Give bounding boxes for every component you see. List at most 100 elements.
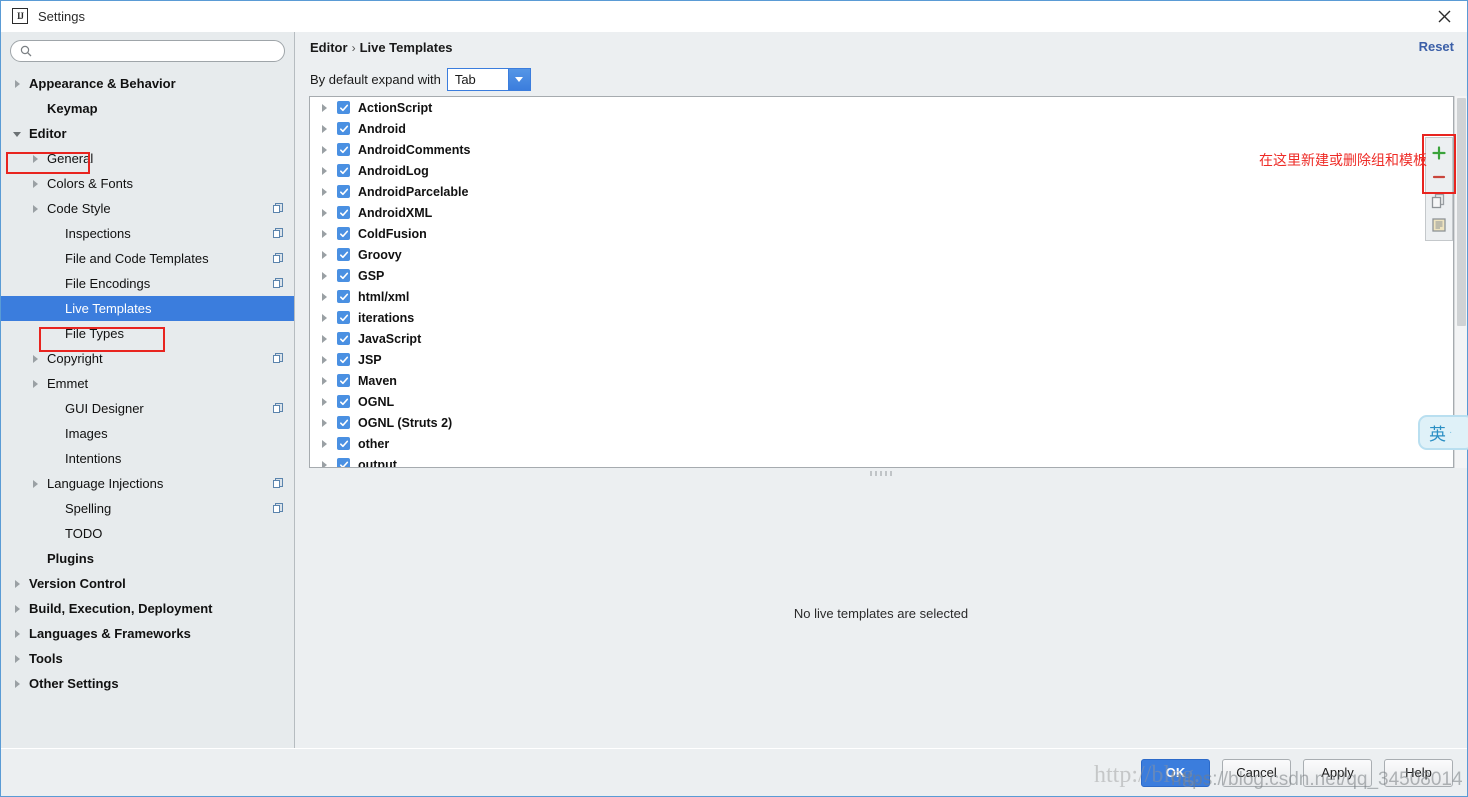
template-group-row[interactable]: OGNL (Struts 2) [310,412,1453,433]
reset-link[interactable]: Reset [1419,39,1454,54]
chevron-down-icon[interactable] [507,68,530,90]
chevron-right-icon[interactable] [318,332,331,345]
sidebar-item-gui-designer[interactable]: GUI Designer [1,396,294,421]
chevron-right-icon[interactable] [318,311,331,324]
template-group-checkbox[interactable] [337,122,350,135]
template-group-row[interactable]: AndroidParcelable [310,181,1453,202]
breadcrumb-parent[interactable]: Editor [310,40,348,55]
chevron-right-icon[interactable] [318,353,331,366]
template-group-row[interactable]: JavaScript [310,328,1453,349]
template-group-checkbox[interactable] [337,416,350,429]
template-group-row[interactable]: AndroidXML [310,202,1453,223]
sidebar-item-general[interactable]: General [1,146,294,171]
template-group-row[interactable]: Groovy [310,244,1453,265]
expand-with-dropdown[interactable]: Tab [446,67,531,91]
sidebar-item-emmet[interactable]: Emmet [1,371,294,396]
template-group-row[interactable]: ActionScript [310,97,1453,118]
chevron-right-icon[interactable] [318,269,331,282]
template-group-checkbox[interactable] [337,353,350,366]
add-template-button[interactable] [1427,141,1451,165]
sidebar-item-appearance-behavior[interactable]: Appearance & Behavior [1,71,294,96]
sidebar-item-code-style[interactable]: Code Style [1,196,294,221]
cancel-button[interactable]: Cancel [1222,758,1291,787]
template-group-row[interactable]: GSP [310,265,1453,286]
sidebar-item-tools[interactable]: Tools [1,646,294,671]
sidebar-item-live-templates[interactable]: Live Templates [1,296,294,321]
template-group-row[interactable]: ColdFusion [310,223,1453,244]
sidebar-item-copyright[interactable]: Copyright [1,346,294,371]
chevron-right-icon[interactable] [318,290,331,303]
chevron-right-icon[interactable] [318,227,331,240]
template-group-row[interactable]: JSP [310,349,1453,370]
close-button[interactable] [1421,1,1467,31]
template-group-checkbox[interactable] [337,164,350,177]
sidebar-item-file-encodings[interactable]: File Encodings [1,271,294,296]
search-field[interactable] [10,40,285,62]
chevron-right-icon[interactable] [11,77,24,90]
copy-settings-icon[interactable] [272,202,284,217]
copy-settings-icon[interactable] [272,252,284,267]
sidebar-item-build-execution-deployment[interactable]: Build, Execution, Deployment [1,596,294,621]
sidebar-item-languages-frameworks[interactable]: Languages & Frameworks [1,621,294,646]
chevron-right-icon[interactable] [11,602,24,615]
sidebar-item-colors-fonts[interactable]: Colors & Fonts [1,171,294,196]
template-group-checkbox[interactable] [337,332,350,345]
template-group-checkbox[interactable] [337,395,350,408]
search-input[interactable] [37,43,275,59]
chevron-right-icon[interactable] [318,143,331,156]
sidebar-item-other-settings[interactable]: Other Settings [1,671,294,696]
chevron-right-icon[interactable] [29,202,42,215]
chevron-right-icon[interactable] [11,627,24,640]
template-group-checkbox[interactable] [337,269,350,282]
sidebar-item-editor[interactable]: Editor [1,121,294,146]
chevron-right-icon[interactable] [29,177,42,190]
apply-button[interactable]: Apply [1303,758,1372,787]
template-group-checkbox[interactable] [337,458,350,467]
copy-settings-icon[interactable] [272,277,284,292]
template-group-checkbox[interactable] [337,185,350,198]
chevron-right-icon[interactable] [29,352,42,365]
template-group-checkbox[interactable] [337,143,350,156]
chevron-right-icon[interactable] [318,395,331,408]
panel-splitter[interactable] [309,468,1453,478]
copy-settings-icon[interactable] [272,227,284,242]
ok-button[interactable]: OK [1141,758,1210,787]
sidebar-item-file-and-code-templates[interactable]: File and Code Templates [1,246,294,271]
copy-settings-icon[interactable] [272,402,284,417]
sidebar-item-inspections[interactable]: Inspections [1,221,294,246]
sidebar-item-keymap[interactable]: Keymap [1,96,294,121]
chevron-right-icon[interactable] [318,458,331,467]
chevron-right-icon[interactable] [11,677,24,690]
template-group-row[interactable]: other [310,433,1453,454]
chevron-right-icon[interactable] [29,477,42,490]
template-group-checkbox[interactable] [337,374,350,387]
sidebar-item-version-control[interactable]: Version Control [1,571,294,596]
copy-settings-icon[interactable] [272,352,284,367]
template-group-checkbox[interactable] [337,290,350,303]
scrollbar-thumb[interactable] [1457,98,1466,326]
template-group-row[interactable]: Maven [310,370,1453,391]
template-group-row[interactable]: OGNL [310,391,1453,412]
copy-settings-icon[interactable] [272,477,284,492]
chevron-right-icon[interactable] [11,652,24,665]
ime-indicator[interactable]: 英 · [1418,415,1468,450]
chevron-right-icon[interactable] [318,164,331,177]
sidebar-item-intentions[interactable]: Intentions [1,446,294,471]
chevron-right-icon[interactable] [318,374,331,387]
sidebar-item-todo[interactable]: TODO [1,521,294,546]
chevron-down-icon[interactable] [11,127,24,140]
template-list-scrollbar[interactable] [1454,96,1467,468]
template-group-checkbox[interactable] [337,206,350,219]
template-group-checkbox[interactable] [337,437,350,450]
copy-settings-icon[interactable] [272,502,284,517]
chevron-right-icon[interactable] [29,152,42,165]
sidebar-item-spelling[interactable]: Spelling [1,496,294,521]
template-group-row[interactable]: iterations [310,307,1453,328]
copy-template-button[interactable] [1427,189,1451,213]
chevron-right-icon[interactable] [318,101,331,114]
sidebar-item-file-types[interactable]: File Types [1,321,294,346]
template-group-checkbox[interactable] [337,248,350,261]
template-group-row[interactable]: html/xml [310,286,1453,307]
chevron-right-icon[interactable] [318,416,331,429]
template-group-checkbox[interactable] [337,101,350,114]
